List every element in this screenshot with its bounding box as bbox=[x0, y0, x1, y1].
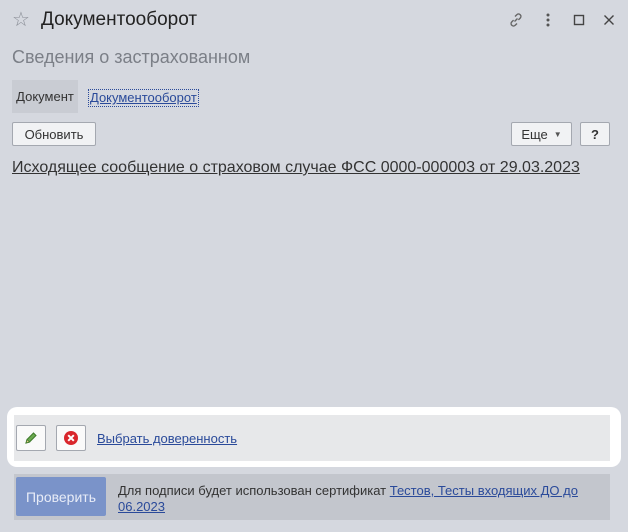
remove-button[interactable] bbox=[56, 425, 86, 451]
title-bar: ☆ Документооборот bbox=[0, 0, 628, 40]
link-icon[interactable] bbox=[506, 10, 526, 30]
help-button[interactable]: ? bbox=[580, 122, 610, 146]
select-power-of-attorney-link[interactable]: Выбрать доверенность bbox=[97, 431, 237, 447]
form-subtitle: Сведения о застрахованном bbox=[12, 47, 251, 67]
more-button-label: Еще bbox=[521, 126, 548, 142]
more-button[interactable]: Еще ▼ bbox=[511, 122, 572, 146]
pencil-icon bbox=[25, 432, 37, 444]
signature-info-text: Для подписи будет использован сертификат bbox=[118, 483, 390, 498]
tab-document[interactable]: Документ bbox=[12, 80, 78, 113]
window-title: Документооборот bbox=[41, 9, 198, 30]
more-vertical-icon[interactable] bbox=[538, 10, 558, 30]
close-icon[interactable] bbox=[599, 10, 619, 30]
star-icon[interactable]: ☆ bbox=[12, 8, 30, 32]
edit-button[interactable] bbox=[16, 425, 46, 451]
refresh-button[interactable]: Обновить bbox=[12, 122, 96, 146]
check-button[interactable]: Проверить bbox=[16, 477, 106, 516]
dropdown-arrow-icon: ▼ bbox=[553, 129, 562, 139]
signature-info: Для подписи будет использован сертификат… bbox=[118, 483, 588, 515]
maximize-icon[interactable] bbox=[569, 10, 589, 30]
outgoing-message-link[interactable]: Исходящее сообщение о страховом случае Ф… bbox=[12, 158, 580, 178]
check-button-label: Проверить bbox=[25, 488, 96, 505]
workflow-link[interactable]: Документооборот bbox=[88, 89, 199, 107]
red-x-circle-icon bbox=[64, 431, 78, 445]
help-button-label: ? bbox=[591, 126, 599, 142]
refresh-button-label: Обновить bbox=[24, 126, 84, 142]
